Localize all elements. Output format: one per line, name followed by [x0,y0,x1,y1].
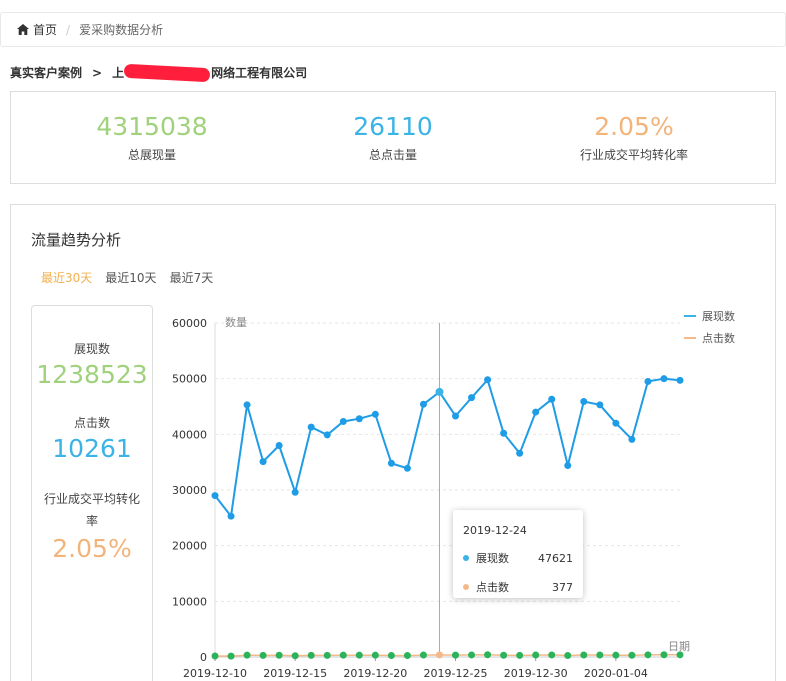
clicks-point[interactable] [468,651,476,659]
impressions-point[interactable] [548,395,556,403]
y-axis-label: 数量 [225,316,247,329]
impressions-point[interactable] [484,376,492,384]
clicks-point[interactable] [548,651,556,659]
clicks-point[interactable] [532,651,540,659]
impressions-point[interactable] [227,512,235,520]
impressions-point[interactable] [580,397,588,405]
clicks-point[interactable] [564,651,572,659]
tooltip-clicks-dot [463,584,469,590]
y-tick-label: 20000 [172,540,207,553]
impressions-point[interactable] [660,375,668,383]
clicks-point[interactable] [211,652,219,660]
impressions-point[interactable] [387,459,395,467]
impressions-point[interactable] [243,401,251,409]
clicks-point[interactable] [227,652,235,660]
clicks-point[interactable] [243,651,251,659]
x-tick-label: 2019-12-15 [263,667,327,680]
impressions-point[interactable] [452,412,460,420]
impressions-point[interactable] [500,429,508,437]
traffic-trend-chart[interactable]: 0 10000 20000 30000 40000 50000 60000 2019-12-… [0,0,786,681]
y-tick-label: 50000 [172,373,207,386]
chart-legend: 展现数 点击数 [684,310,735,345]
impressions-point[interactable] [516,449,524,457]
x-tick-label: 2019-12-30 [504,667,568,680]
impressions-point[interactable] [628,435,636,443]
clicks-point[interactable] [435,651,443,659]
impressions-point[interactable] [596,401,604,409]
tooltip-impressions-value: 47621 [538,551,573,565]
tooltip-row-clicks: 点击数 377 [463,579,573,595]
clicks-point[interactable] [596,651,604,659]
clicks-point[interactable] [516,651,524,659]
impressions-point[interactable] [275,441,283,449]
impressions-point[interactable] [676,376,684,384]
tooltip-impressions-name: 展现数 [476,552,509,565]
clicks-point[interactable] [403,652,411,660]
y-tick-label: 60000 [172,317,207,330]
clicks-point[interactable] [484,651,492,659]
impressions-point[interactable] [211,492,219,500]
clicks-point[interactable] [339,651,347,659]
clicks-point[interactable] [291,652,299,660]
impressions-point[interactable] [371,410,379,418]
clicks-point[interactable] [371,651,379,659]
legend-clicks-label[interactable]: 点击数 [702,332,735,345]
clicks-point[interactable] [275,651,283,659]
clicks-point[interactable] [323,651,331,659]
x-tick-label: 2020-01-04 [584,667,648,680]
tooltip-row-impressions: 展现数 47621 [463,550,573,566]
chart-tooltip: 2019-12-24 展现数 47621 点击数 377 [453,510,583,598]
impressions-point[interactable] [403,464,411,472]
clicks-point[interactable] [307,651,315,659]
y-tick-label: 10000 [172,595,207,608]
clicks-point[interactable] [628,651,636,659]
impressions-point[interactable] [564,462,572,470]
impressions-point[interactable] [612,419,620,427]
impressions-point[interactable] [355,415,363,423]
clicks-point[interactable] [660,651,668,659]
legend-impressions-label[interactable]: 展现数 [702,310,735,323]
tooltip-clicks-value: 377 [552,580,573,594]
tooltip-impressions-dot [463,555,469,561]
clicks-point[interactable] [355,651,363,659]
impressions-point[interactable] [532,408,540,416]
impressions-point[interactable] [259,458,267,466]
x-tick-label: 2019-12-20 [343,667,407,680]
impressions-point[interactable] [323,431,331,439]
impressions-point[interactable] [339,418,347,426]
clicks-point[interactable] [644,651,652,659]
impressions-point[interactable] [419,400,427,408]
x-tick-label: 2019-12-10 [183,667,247,680]
y-tick-label: 30000 [172,484,207,497]
clicks-point[interactable] [419,651,427,659]
impressions-point[interactable] [468,394,476,402]
clicks-point[interactable] [500,651,508,659]
tooltip-clicks-name: 点击数 [476,581,509,594]
clicks-point[interactable] [612,651,620,659]
impressions-point[interactable] [435,387,444,396]
impressions-point[interactable] [307,423,315,431]
clicks-point[interactable] [259,651,267,659]
clicks-point[interactable] [452,651,460,659]
impressions-point[interactable] [644,377,652,385]
impressions-series-line [214,377,681,519]
y-tick-label: 40000 [172,428,207,441]
clicks-point[interactable] [387,651,395,659]
clicks-series-line [214,654,680,657]
x-tick-label: 2019-12-25 [424,667,488,680]
impressions-point[interactable] [291,488,299,496]
clicks-point[interactable] [580,651,588,659]
tooltip-date: 2019-12-24 [463,524,527,537]
x-axis-label: 日期 [668,640,690,653]
y-tick-label: 0 [200,651,207,664]
